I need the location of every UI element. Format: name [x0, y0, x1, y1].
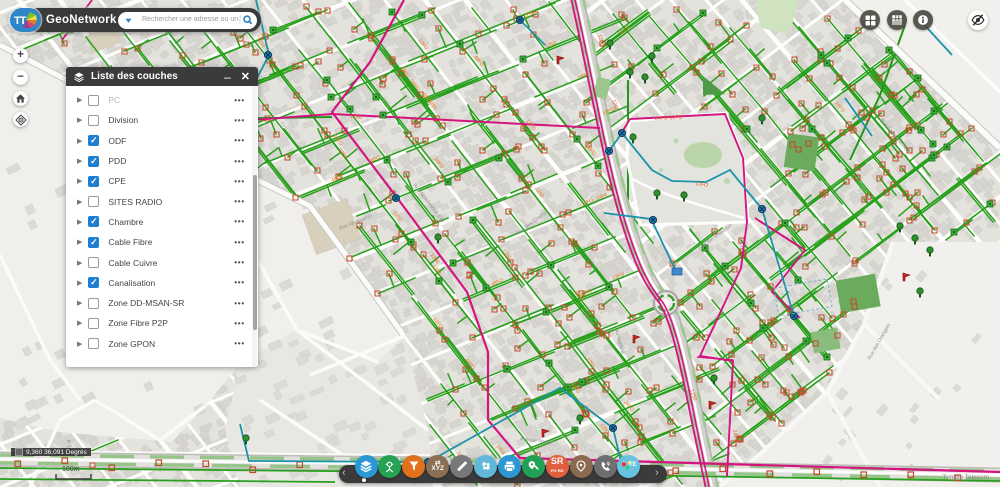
svg-text:TT: TT — [14, 15, 27, 27]
